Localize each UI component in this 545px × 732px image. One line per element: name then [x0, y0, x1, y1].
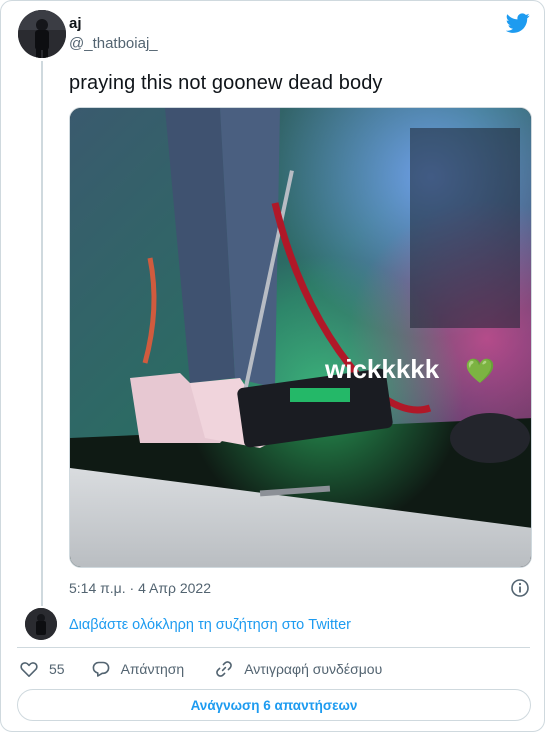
heart-icon	[20, 662, 38, 677]
twitter-bird-icon[interactable]	[505, 11, 530, 35]
like-count: 55	[49, 661, 65, 677]
tweet-embed-card: aj @_thatboiaj_ praying this not goonew …	[0, 0, 545, 732]
green-heart-icon: 💚	[465, 357, 495, 385]
tweet-timestamp[interactable]: 5:14 π.μ. · 4 Απρ 2022	[69, 580, 211, 596]
read-replies-button[interactable]: Ανάγνωση 6 απαντήσεων	[17, 689, 531, 721]
divider	[17, 647, 530, 648]
link-icon	[216, 661, 233, 677]
thread-connector-line	[41, 61, 43, 606]
like-button[interactable]: 55	[19, 659, 65, 679]
reply-button[interactable]: Απάντηση	[91, 659, 185, 679]
avatar[interactable]	[18, 10, 66, 58]
reply-label: Απάντηση	[120, 661, 185, 677]
tweet-media-image[interactable]: wickkkkk 💚	[69, 107, 532, 568]
tweet-actions: 55 Απάντηση Αντιγραφή συνδέσμου	[19, 658, 382, 680]
reply-bubble-icon	[92, 661, 109, 677]
author-handle[interactable]: @_thatboiaj_	[69, 35, 158, 52]
avatar[interactable]	[25, 608, 57, 640]
author-display-name[interactable]: aj	[69, 15, 82, 32]
info-icon[interactable]	[510, 578, 530, 598]
media-overlay-text: wickkkkk	[324, 354, 440, 384]
tweet-text: praying this not goonew dead body	[69, 72, 383, 94]
copy-link-button[interactable]: Αντιγραφή συνδέσμου	[214, 659, 382, 679]
read-conversation-link[interactable]: Διαβάστε ολόκληρη τη συζήτηση στο Twitte…	[69, 617, 351, 633]
copy-link-label: Αντιγραφή συνδέσμου	[244, 661, 383, 677]
